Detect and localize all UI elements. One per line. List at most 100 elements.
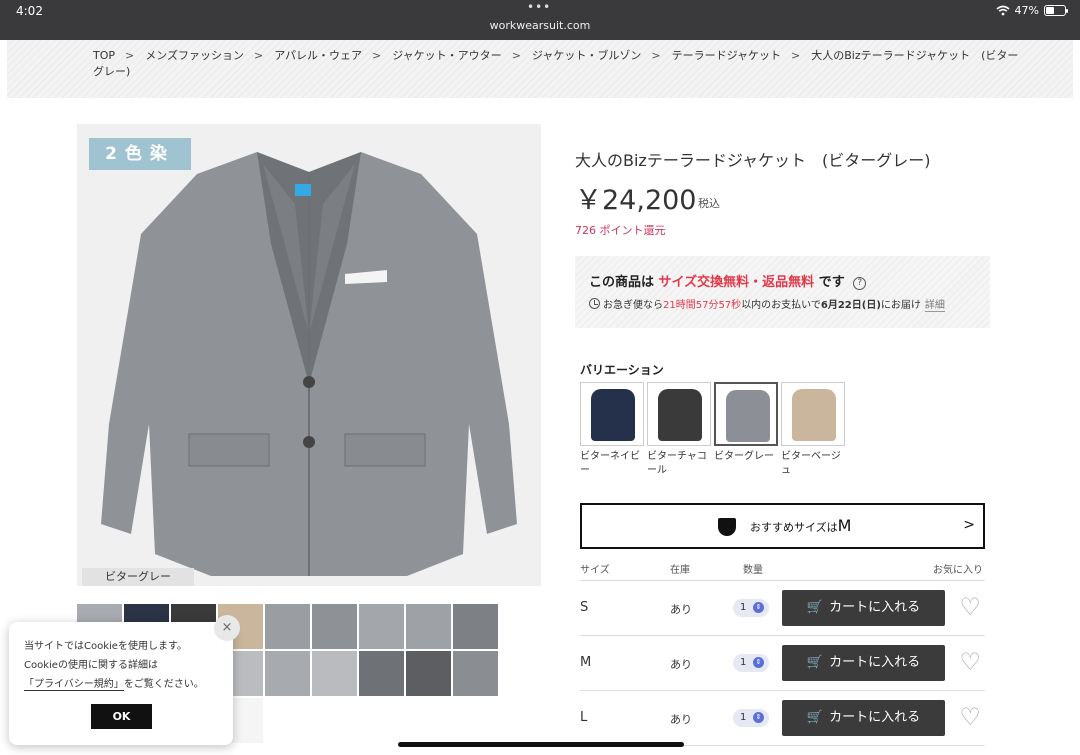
- row-stock: あり: [670, 658, 692, 671]
- heart-icon[interactable]: ♡: [959, 705, 981, 729]
- thumbnail[interactable]: [453, 651, 498, 696]
- color-caption: ビターグレー: [82, 568, 194, 586]
- row-size: L: [580, 710, 588, 725]
- cart-icon: 🛒: [806, 655, 824, 670]
- cookie-line: 当サイトではCookieを使用します。: [24, 641, 187, 652]
- row-size: M: [580, 655, 592, 670]
- quantity-select[interactable]: 1 ⇕: [733, 599, 769, 617]
- thumbnail[interactable]: [359, 651, 404, 696]
- chevron-right-icon: >: [372, 49, 382, 62]
- privacy-policy-link[interactable]: 「プライバシー規約」: [24, 679, 124, 691]
- variation-navy[interactable]: ビターネイビー: [580, 382, 644, 478]
- chevron-right-icon: >: [511, 49, 521, 62]
- status-bar: 4:02 ••• workwearsuit.com 47%: [0, 0, 1080, 40]
- updown-icon: ⇕: [753, 712, 764, 723]
- breadcrumb: TOP > メンズファッション > アパレル・ウェア > ジャケット・アウター > ジャケット・…: [93, 48, 1023, 80]
- table-row: S あり 1 ⇕ 🛒 カートに入れる ♡: [580, 581, 985, 636]
- chevron-right-icon: >: [651, 49, 661, 62]
- chevron-right-icon: >: [791, 49, 801, 62]
- delivery-text: にお届け: [880, 300, 921, 311]
- thumbnail[interactable]: [265, 651, 310, 696]
- address-url[interactable]: workwearsuit.com: [0, 19, 1080, 32]
- row-stock: あり: [670, 713, 692, 726]
- breadcrumb-item[interactable]: テーラードジャケット: [672, 49, 781, 62]
- add-to-cart-button[interactable]: 🛒 カートに入れる: [782, 645, 945, 681]
- quantity-value: 1: [740, 712, 747, 723]
- add-to-cart-button[interactable]: 🛒 カートに入れる: [782, 700, 945, 736]
- quantity-select[interactable]: 1 ⇕: [733, 709, 769, 727]
- thumbnail[interactable]: [453, 604, 498, 649]
- cart-icon: 🛒: [806, 600, 824, 615]
- more-dots-icon[interactable]: •••: [527, 0, 551, 14]
- recommended-size-label: おすすめサイズは: [750, 521, 838, 534]
- heart-icon[interactable]: ♡: [959, 650, 981, 674]
- chevron-right-icon: >: [963, 517, 975, 533]
- thumbnail[interactable]: [359, 604, 404, 649]
- delivery-detail-link[interactable]: 詳細: [924, 300, 945, 312]
- thumbnail[interactable]: [312, 604, 357, 649]
- variation-label: ビターグレー: [714, 451, 774, 462]
- delivery-date: 6月22日(日): [820, 300, 881, 311]
- variation-swatch[interactable]: [714, 382, 778, 446]
- table-row: L あり 1 ⇕ 🛒 カートに入れる ♡: [580, 691, 985, 746]
- variation-charcoal[interactable]: ビターチャコール: [647, 382, 711, 478]
- header-qty: 数量: [743, 565, 763, 576]
- product-price: ￥24,200: [575, 185, 697, 216]
- breadcrumb-item[interactable]: ジャケット・ブルゾン: [532, 49, 641, 62]
- add-to-cart-button[interactable]: 🛒 カートに入れる: [782, 590, 945, 626]
- breadcrumb-item[interactable]: ジャケット・アウター: [392, 49, 501, 62]
- variation-beige[interactable]: ビターベージュ: [781, 382, 845, 478]
- tax-label: 税込: [698, 197, 720, 210]
- quantity-value: 1: [740, 657, 747, 668]
- chevron-right-icon: >: [254, 49, 264, 62]
- product-title: 大人のBizテーラードジャケット (ビターグレー): [575, 151, 931, 170]
- battery-icon: [1044, 5, 1068, 16]
- heart-icon[interactable]: ♡: [959, 595, 981, 619]
- breadcrumb-item[interactable]: TOP: [93, 49, 115, 62]
- variation-gray[interactable]: ビターグレー: [714, 382, 778, 478]
- dye-badge: 2色染: [89, 138, 191, 170]
- thumbnail[interactable]: [406, 604, 451, 649]
- cookie-line: をご覧ください。: [123, 679, 204, 690]
- header-stock: 在庫: [670, 565, 690, 576]
- home-indicator[interactable]: [398, 742, 684, 747]
- variation-label: ビターベージュ: [781, 451, 841, 476]
- variation-heading: バリエーション: [580, 363, 664, 377]
- delivery-countdown: 21時間57分57秒: [663, 300, 742, 311]
- variation-swatch[interactable]: [781, 382, 845, 446]
- size-logo-icon: [718, 518, 736, 536]
- row-stock: あり: [670, 603, 692, 616]
- main-product-image[interactable]: 2色染 ビターグレー: [77, 124, 541, 586]
- wifi-icon: [996, 5, 1010, 16]
- variation-label: ビターネイビー: [580, 451, 640, 476]
- variation-swatch[interactable]: [647, 382, 711, 446]
- variation-swatch[interactable]: [580, 382, 644, 446]
- recommended-size-button[interactable]: おすすめサイズはM >: [580, 503, 985, 549]
- jacket-illustration: [101, 152, 517, 576]
- thumbnail[interactable]: [312, 651, 357, 696]
- clock-icon: [589, 298, 600, 309]
- help-icon[interactable]: ?: [853, 277, 867, 290]
- cart-icon: 🛒: [806, 710, 824, 725]
- quantity-select[interactable]: 1 ⇕: [733, 654, 769, 672]
- recommended-size-text: おすすめサイズはM: [750, 516, 851, 535]
- notice-prefix: この商品は: [589, 275, 655, 290]
- cookie-ok-button[interactable]: OK: [91, 704, 152, 729]
- row-size: S: [580, 600, 589, 615]
- breadcrumb-item[interactable]: アパレル・ウェア: [274, 49, 362, 62]
- cookie-line: Cookieの使用に関する詳細は: [24, 660, 158, 671]
- breadcrumb-item[interactable]: メンズファッション: [145, 49, 244, 62]
- thumbnail[interactable]: [265, 604, 310, 649]
- add-to-cart-label: カートに入れる: [829, 710, 921, 725]
- variation-list: ビターネイビー ビターチャコール ビターグレー ビターベージュ: [580, 382, 845, 478]
- status-right: 47%: [996, 4, 1068, 17]
- updown-icon: ⇕: [753, 602, 764, 613]
- battery-percent: 47%: [1014, 4, 1039, 17]
- return-notice: この商品は サイズ交換無料・返品無料 です ? お急ぎ便なら21時間57分57秒…: [575, 256, 990, 328]
- thumbnail[interactable]: [406, 651, 451, 696]
- cookie-banner: × 当サイトではCookieを使用します。 Cookieの使用に関する詳細は 「…: [9, 615, 240, 745]
- points-text: 726 ポイント還元: [575, 224, 666, 237]
- header-favorite: お気に入り: [933, 565, 983, 576]
- add-to-cart-label: カートに入れる: [829, 655, 921, 670]
- quantity-value: 1: [740, 602, 747, 613]
